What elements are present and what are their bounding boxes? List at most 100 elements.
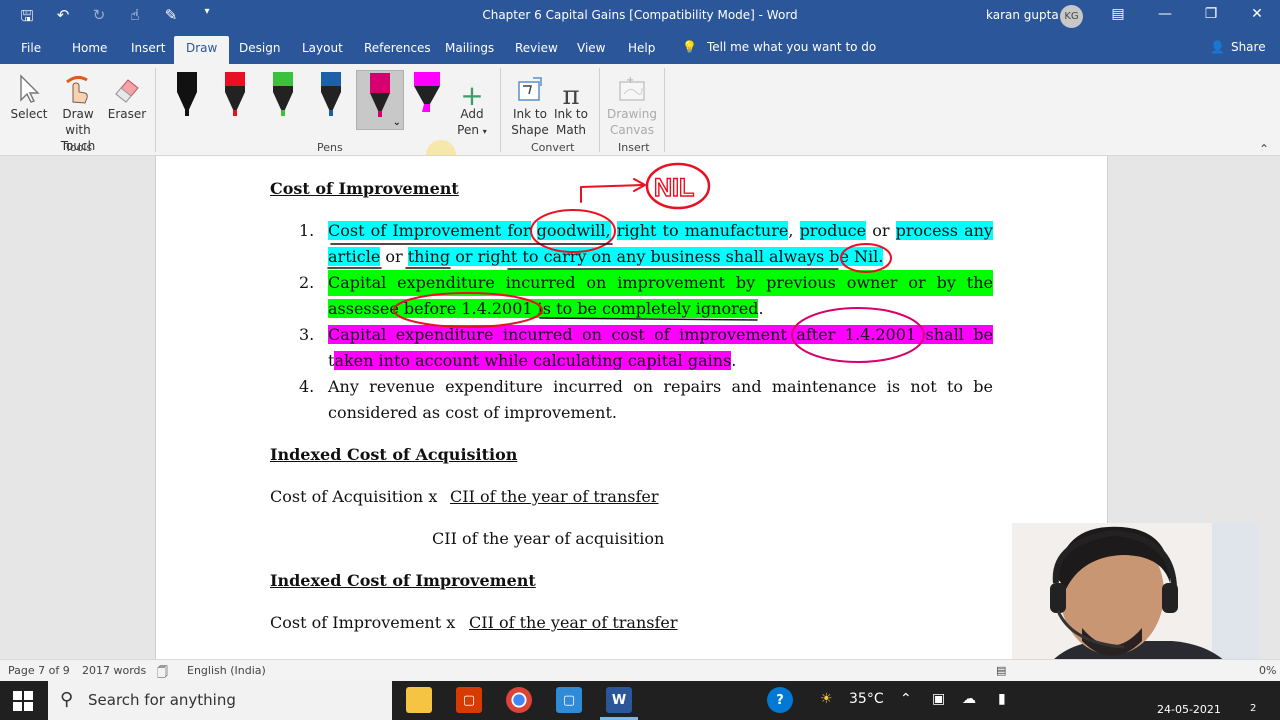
user-name[interactable]: karan gupta	[986, 8, 1059, 22]
text-run: .	[731, 351, 737, 370]
separator	[599, 68, 600, 152]
battery-icon[interactable]: ▮	[998, 691, 1006, 707]
tell-me-box[interactable]: 💡 Tell me what you want to do	[682, 40, 876, 54]
show-hidden-icons-icon[interactable]: ⌃	[900, 691, 912, 707]
pen-icon	[321, 72, 341, 116]
formula-2-left: Cost of Improvement x	[270, 613, 456, 632]
onedrive-icon[interactable]: ☁	[962, 691, 976, 707]
tab-draw[interactable]: Draw	[174, 36, 230, 64]
office-icon[interactable]: ▢	[456, 687, 482, 713]
list-item-1-line-1: Cost of Improvement for goodwill, right …	[328, 218, 993, 244]
lightbulb-icon: 💡	[682, 40, 697, 54]
chrome-icon[interactable]	[506, 687, 532, 713]
drawing-canvas-label-2: Canvas	[609, 123, 655, 137]
windows-start-icon[interactable]	[13, 691, 33, 711]
remote-desktop-icon[interactable]: ▢	[556, 687, 582, 713]
text-run: Cost of Improvement for	[328, 221, 531, 240]
share-label: Share	[1230, 40, 1266, 54]
ink-to-shape-icon	[518, 77, 542, 101]
ink-to-shape-button[interactable]: Ink to Shape	[508, 70, 552, 138]
text-run: produce	[799, 221, 867, 240]
pen-icon	[225, 72, 245, 116]
list-number: 3.	[299, 325, 315, 344]
touch-mode-icon[interactable]: ☝	[124, 6, 146, 31]
avatar[interactable]: KG	[1060, 5, 1083, 28]
list-item-4-line-2: considered as cost of improvement.	[328, 403, 617, 422]
zoom-level[interactable]: 0%	[1259, 664, 1276, 677]
add-pen-label-2: Pen ▾	[457, 123, 487, 137]
pen-green[interactable]	[265, 70, 301, 126]
pen-red[interactable]	[217, 70, 253, 126]
save-icon[interactable]: 🖫	[16, 6, 38, 31]
temperature[interactable]: 35°C	[849, 691, 884, 707]
tab-review[interactable]: Review	[515, 41, 558, 55]
heading-cost-of-improvement: Cost of Improvement	[270, 179, 459, 198]
share-button[interactable]: 👤 Share	[1210, 40, 1266, 54]
pen-blue[interactable]	[313, 70, 349, 126]
tab-home[interactable]: Home	[72, 41, 107, 55]
drawing-canvas-icon: +	[619, 75, 645, 101]
word-icon[interactable]: W	[606, 687, 632, 713]
list-item-4-line-1: Any revenue expenditure incurred on repa…	[328, 377, 993, 396]
eraser-label: Eraser	[107, 107, 147, 121]
redo-icon[interactable]: ↻	[88, 6, 110, 31]
undo-icon[interactable]: ↶	[52, 6, 74, 31]
file-explorer-icon[interactable]	[406, 687, 432, 713]
tab-file[interactable]: File	[21, 41, 41, 55]
collapse-ribbon-icon[interactable]: ⌃	[1259, 142, 1269, 156]
text-run: aken into account while calculating capi…	[334, 351, 732, 370]
text-run: article	[328, 247, 381, 266]
page-count[interactable]: Page 7 of 9	[8, 664, 70, 677]
taskbar-search[interactable]: ⚲ Search for anything	[48, 681, 392, 720]
ribbon-tabs: File Home Insert Draw Design Layout Refe…	[0, 32, 1280, 64]
tab-help[interactable]: Help	[628, 41, 655, 55]
customize-icon[interactable]: ▾	[196, 6, 218, 31]
pen-black[interactable]	[169, 70, 205, 126]
add-pen-button[interactable]: + Add Pen ▾	[452, 70, 492, 140]
select-label: Select	[10, 107, 48, 121]
list-number: 1.	[299, 221, 315, 240]
text-run: shall be	[916, 325, 993, 344]
ink-to-math-button[interactable]: π Ink to Math	[551, 70, 591, 138]
word-count[interactable]: 2017 words	[82, 664, 146, 677]
tab-design[interactable]: Design	[239, 41, 280, 55]
notification-count[interactable]: 2	[1250, 703, 1256, 714]
formula-1-denominator: CII of the year of acquisition	[432, 529, 665, 548]
ink-to-math-label-2: Math	[555, 123, 587, 137]
draw-icon[interactable]: ✎	[160, 6, 182, 31]
tab-references[interactable]: References	[364, 41, 431, 55]
tab-mailings[interactable]: Mailings	[445, 41, 494, 55]
convert-group-label: Convert	[531, 141, 575, 154]
help-icon[interactable]: ?	[767, 687, 793, 713]
list-item-2-line-1: Capital expenditure incurred on improvem…	[328, 270, 993, 296]
insert-group-label: Insert	[618, 141, 650, 154]
draw-ribbon: Select Draw with Touch Eraser Tools ⌄ + …	[0, 64, 1280, 156]
list-item-1-line-2: article or thing or right to carry on an…	[328, 244, 993, 270]
formula-1-numerator: CII of the year of transfer	[450, 487, 659, 506]
pen-magenta-selected[interactable]: ⌄	[356, 70, 404, 130]
minimize-icon[interactable]: —	[1150, 6, 1180, 22]
drawing-canvas-button: + Drawing Canvas	[606, 70, 658, 138]
eraser-button[interactable]: Eraser	[107, 70, 147, 122]
eraser-icon	[115, 79, 139, 103]
tab-layout[interactable]: Layout	[302, 41, 343, 55]
heading-indexed-cost-of-acquisition: Indexed Cost of Acquisition	[270, 445, 518, 464]
close-icon[interactable]: ✕	[1242, 6, 1272, 22]
ribbon-display-options-icon[interactable]: ▤	[1103, 6, 1133, 22]
list-number: 4.	[299, 377, 315, 396]
weather-icon[interactable]: ☀	[820, 691, 833, 707]
chevron-down-icon[interactable]: ⌄	[393, 117, 401, 128]
taskbar: ⚲ Search for anything ▢ ▢ W ? ☀ 35°C ⌃ ▣…	[0, 681, 1280, 720]
text-run: process any	[895, 221, 993, 240]
select-button[interactable]: Select	[9, 70, 49, 122]
tab-view[interactable]: View	[577, 41, 605, 55]
highlighter-magenta[interactable]	[409, 70, 445, 126]
tab-insert[interactable]: Insert	[131, 41, 165, 55]
language[interactable]: English (India)	[187, 664, 266, 677]
restore-icon[interactable]: ❐	[1196, 6, 1226, 22]
text-run: Capital expenditure incurred on cost of …	[328, 325, 917, 344]
display-icon[interactable]: ▣	[932, 691, 945, 707]
separator	[155, 68, 156, 152]
text-run: ,	[788, 221, 800, 240]
read-mode-icon[interactable]: ▤	[996, 664, 1006, 677]
